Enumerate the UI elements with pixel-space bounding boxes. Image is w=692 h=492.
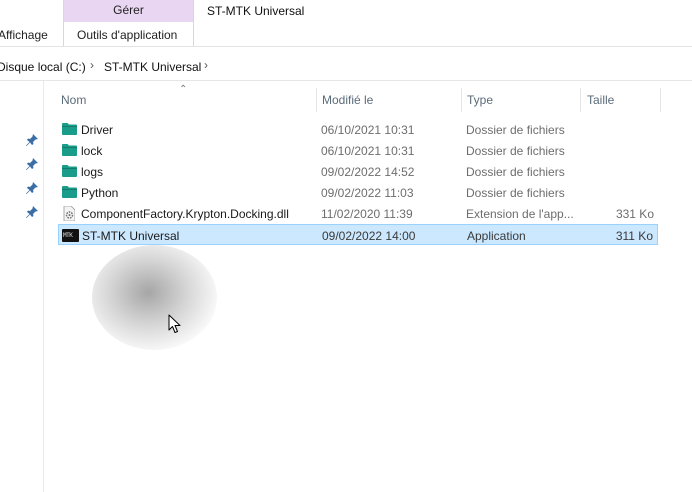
column-header-name[interactable]: Nom: [61, 93, 86, 107]
window-title: ST-MTK Universal: [207, 4, 305, 18]
file-row-logs[interactable]: logs 09/02/2022 14:52 Dossier de fichier…: [58, 161, 658, 182]
navigation-pane: [0, 81, 44, 492]
app-icon: MTK: [62, 229, 79, 242]
breadcrumb-st-mtk-universal[interactable]: ST-MTK Universal: [104, 60, 201, 74]
address-bar[interactable]: Disque local (C:) › ST-MTK Universal ›: [0, 54, 692, 80]
column-header-modified[interactable]: Modifié le: [322, 93, 373, 107]
file-row-st-mtk-universal[interactable]: MTK ST-MTK Universal 09/02/2022 14:00 Ap…: [58, 224, 658, 245]
column-separator[interactable]: [316, 88, 317, 112]
column-separator[interactable]: [580, 88, 581, 112]
context-group-label[interactable]: Gérer: [63, 3, 194, 17]
folder-icon: [62, 144, 77, 156]
pin-icon[interactable]: [25, 181, 39, 195]
folder-icon: [62, 165, 77, 177]
column-separator[interactable]: [461, 88, 462, 112]
chevron-right-icon[interactable]: ›: [90, 58, 94, 72]
file-row-dll[interactable]: ComponentFactory.Krypton.Docking.dll 11/…: [58, 203, 658, 224]
dll-gear-icon: [63, 206, 75, 221]
file-type: Dossier de fichiers: [466, 144, 565, 158]
file-row-driver[interactable]: Driver 06/10/2021 10:31 Dossier de fichi…: [58, 119, 658, 140]
pin-icon[interactable]: [25, 157, 39, 171]
pin-icon[interactable]: [25, 133, 39, 147]
sort-up-icon: ⌃: [179, 84, 188, 95]
file-modified: 09/02/2022 14:00: [322, 229, 416, 243]
file-name: Python: [81, 186, 119, 200]
mouse-cursor-icon: [168, 314, 181, 333]
file-name: ST-MTK Universal: [82, 229, 180, 243]
file-modified: 06/10/2021 10:31: [321, 123, 415, 137]
file-modified: 09/02/2022 14:52: [321, 165, 415, 179]
ribbon-divider: [63, 0, 64, 46]
pin-icon[interactable]: [25, 205, 39, 219]
file-type: Dossier de fichiers: [466, 123, 565, 137]
file-name: logs: [81, 165, 104, 179]
tab-affichage[interactable]: Affichage: [0, 28, 48, 42]
column-header-size[interactable]: Taille: [587, 93, 614, 107]
file-type: Extension de l'app...: [466, 207, 574, 221]
chevron-right-icon[interactable]: ›: [204, 58, 208, 72]
file-modified: 09/02/2022 11:03: [321, 186, 414, 200]
file-type: Application: [467, 229, 526, 243]
address-border: [0, 80, 692, 81]
blur-overlay: [92, 245, 217, 350]
context-tab-group[interactable]: Gérer: [63, 0, 194, 22]
breadcrumb-local-disk[interactable]: Disque local (C:): [0, 60, 86, 74]
folder-icon: [62, 123, 77, 135]
column-header-type[interactable]: Type: [467, 93, 493, 107]
tab-outils-application[interactable]: Outils d'application: [77, 28, 177, 42]
file-modified: 11/02/2020 11:39: [321, 207, 413, 221]
file-type: Dossier de fichiers: [466, 165, 565, 179]
file-name: lock: [81, 144, 103, 158]
ribbon-border: [0, 46, 692, 47]
file-name: Driver: [81, 123, 113, 137]
ribbon-divider: [193, 0, 194, 46]
file-size: 311 Ko: [615, 229, 653, 243]
file-modified: 06/10/2021 10:31: [321, 144, 415, 158]
ribbon: Gérer ST-MTK Universal Affichage Outils …: [0, 0, 692, 46]
file-name: ComponentFactory.Krypton.Docking.dll: [81, 207, 289, 221]
file-type: Dossier de fichiers: [466, 186, 565, 200]
file-size: 331 Ko: [615, 207, 654, 221]
file-row-lock[interactable]: lock 06/10/2021 10:31 Dossier de fichier…: [58, 140, 658, 161]
folder-icon: [62, 186, 77, 198]
file-row-python[interactable]: Python 09/02/2022 11:03 Dossier de fichi…: [58, 182, 658, 203]
column-separator[interactable]: [660, 88, 661, 112]
